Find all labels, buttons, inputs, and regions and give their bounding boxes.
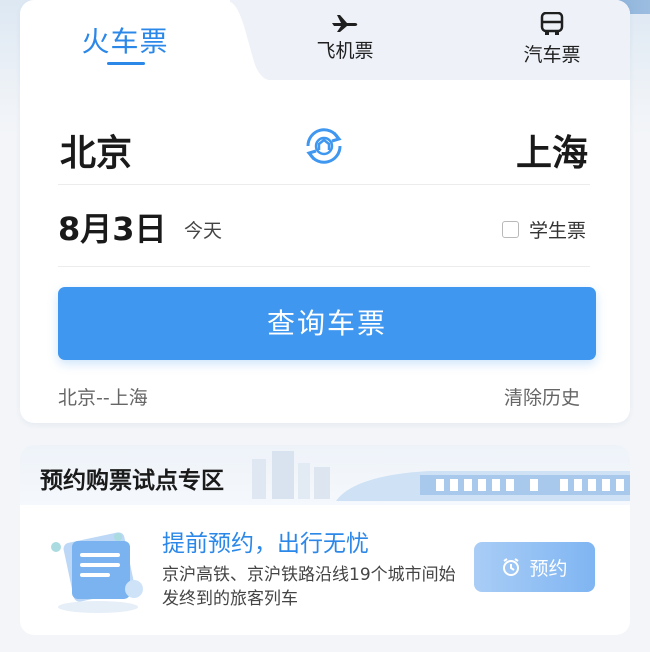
reservation-pilot-card: 预约购票试点专区 提前预约，出行无忧 京沪高铁、京沪铁路沿线19个城市间始发终到… (20, 445, 630, 635)
tab-train[interactable]: 火车票 (20, 0, 230, 80)
date-relative-label: 今天 (184, 220, 223, 242)
tab-train-label: 火车票 (81, 25, 169, 58)
alarm-clock-icon (503, 558, 520, 576)
departure-station[interactable]: 北京 (60, 124, 132, 176)
tab-flight-label: 飞机票 (316, 40, 374, 62)
divider (58, 266, 590, 267)
tab-bus[interactable]: 汽车票 (492, 12, 612, 67)
bus-icon (540, 12, 564, 35)
swap-stations-icon[interactable] (300, 122, 348, 170)
ticket-type-tabs: 火车票 飞机票 汽车票 (20, 0, 630, 80)
tab-active-indicator (107, 62, 145, 65)
tab-flight[interactable]: 飞机票 (285, 12, 405, 63)
airplane-icon (332, 15, 358, 32)
history-item[interactable]: 北京--上海 (58, 383, 148, 410)
clear-history-button[interactable]: 清除历史 (504, 383, 580, 410)
promo-description: 京沪高铁、京沪铁路沿线19个城市间始发终到的旅客列车 (162, 565, 456, 609)
train-illustration (252, 451, 630, 501)
student-ticket-label: 学生票 (529, 220, 587, 242)
reservation-section-title: 预约购票试点专区 (40, 468, 224, 494)
student-ticket-checkbox[interactable] (502, 221, 519, 238)
student-ticket-toggle[interactable]: 学生票 (502, 216, 586, 243)
reserve-button[interactable]: 预约 (474, 542, 595, 592)
arrival-station[interactable]: 上海 (516, 124, 588, 176)
reserve-button-label: 预约 (529, 557, 568, 580)
departure-date[interactable]: 8月3日 (58, 204, 167, 250)
promo-headline: 提前预约，出行无忧 (162, 531, 369, 557)
document-calendar-icon (51, 532, 143, 613)
divider (58, 184, 590, 185)
search-tickets-button[interactable]: 查询车票 (58, 287, 596, 360)
tab-bus-label: 汽车票 (523, 44, 581, 66)
reservation-card-header: 预约购票试点专区 (20, 445, 630, 505)
